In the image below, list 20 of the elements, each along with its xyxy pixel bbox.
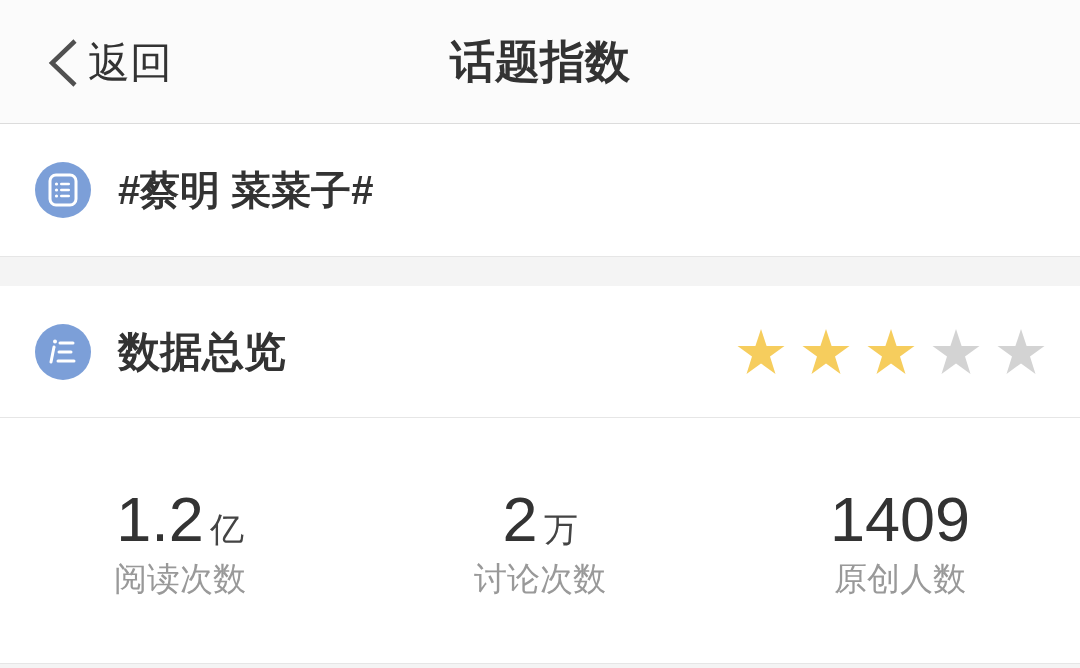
stat-value: 1409 (829, 486, 971, 552)
star-icon (737, 328, 785, 375)
stat-label: 讨论次数 (474, 559, 606, 599)
back-button[interactable]: 返回 (48, 38, 172, 88)
info-list-icon (35, 323, 91, 380)
stat-value: 2 (502, 486, 538, 552)
page-title: 话题指数 (450, 34, 630, 89)
star-icon (867, 328, 915, 375)
stat-value: 1.2 (116, 486, 204, 552)
stat-label: 阅读次数 (114, 559, 246, 599)
stat-unit: 亿 (209, 509, 244, 549)
stat-label: 原创人数 (834, 559, 966, 599)
list-icon (35, 162, 91, 218)
chevron-left-icon (48, 39, 78, 87)
star-icon (802, 328, 850, 375)
stat-unit: 万 (543, 509, 578, 549)
topic-title: #蔡明 菜菜子# (118, 167, 374, 214)
section-title: 数据总览 (118, 326, 286, 377)
star-icon (997, 328, 1045, 375)
star-icon (932, 328, 980, 375)
